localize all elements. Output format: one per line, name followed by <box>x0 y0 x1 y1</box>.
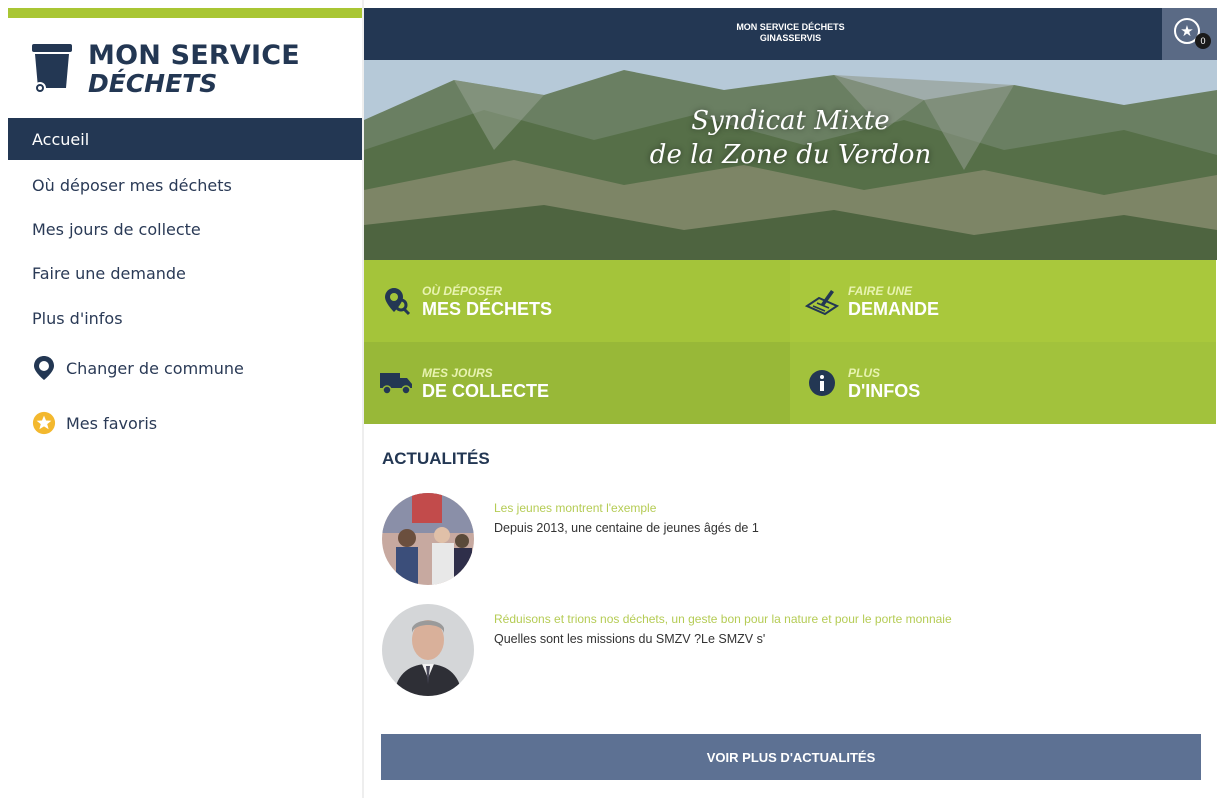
hero-title-line2: de la Zone du Verdon <box>649 140 932 170</box>
tile-line2: DE COLLECTE <box>422 380 550 401</box>
sidebar-accent-bar <box>8 8 362 18</box>
tile-line2: D'INFOS <box>848 380 921 401</box>
sidebar-item-faire-demande[interactable]: Faire une demande <box>8 252 362 294</box>
sidebar-item-label: Accueil <box>32 129 90 149</box>
top-header: MON SERVICE DÉCHETS GINASSERVIS ★ 0 <box>364 8 1217 60</box>
sidebar-item-label: Faire une demande <box>32 263 186 283</box>
favorites-button[interactable]: ★ 0 <box>1162 8 1217 60</box>
more-news-button[interactable]: VOIR PLUS D'ACTUALITÉS <box>381 734 1201 780</box>
tile-line1: PLUS <box>848 365 881 380</box>
trash-bin-icon <box>30 40 74 94</box>
sidebar-item-label: Plus d'infos <box>32 308 123 328</box>
map-pin-icon <box>32 355 56 381</box>
news-excerpt: Depuis 2013, une centaine de jeunes âgés… <box>494 521 759 535</box>
favorites-count-badge: 0 <box>1195 33 1211 49</box>
hero-banner: Syndicat Mixte de la Zone du Verdon <box>364 60 1217 260</box>
app-logo[interactable]: MON SERVICE DÉCHETS <box>30 40 350 110</box>
sidebar-item-changer-commune[interactable]: Changer de commune <box>8 347 362 389</box>
truck-icon <box>378 365 414 401</box>
sidebar: MON SERVICE DÉCHETS Accueil Où déposer m… <box>0 0 362 798</box>
news-thumbnail-image[interactable] <box>382 604 474 696</box>
tile-faire-demande[interactable]: FAIRE UNE DEMANDE <box>790 260 1216 342</box>
news-excerpt: Quelles sont les missions du SMZV ?Le SM… <box>494 632 766 646</box>
sidebar-item-label: Où déposer mes déchets <box>32 175 232 195</box>
news-item[interactable]: Les jeunes montrent l'exemple Depuis 201… <box>382 493 1212 587</box>
tile-line1: MES JOURS <box>422 365 493 380</box>
tile-plus-infos[interactable]: PLUS D'INFOS <box>790 342 1216 424</box>
sidebar-item-plus-infos[interactable]: Plus d'infos <box>8 297 362 339</box>
news-title-link[interactable]: Réduisons et trions nos déchets, un gest… <box>494 612 952 626</box>
news-thumbnail-image[interactable] <box>382 493 474 585</box>
sidebar-item-label: Mes favoris <box>66 413 158 433</box>
sidebar-item-ou-deposer[interactable]: Où déposer mes déchets <box>8 164 362 206</box>
header-service-name: MON SERVICE DÉCHETS <box>736 22 845 32</box>
sidebar-item-jours-collecte[interactable]: Mes jours de collecte <box>8 208 362 250</box>
logo-title: MON SERVICE <box>88 40 300 71</box>
tile-line2: MES DÉCHETS <box>422 298 553 319</box>
tile-line2: DEMANDE <box>848 298 940 319</box>
sidebar-item-label: Mes jours de collecte <box>32 219 201 239</box>
star-icon <box>32 410 56 436</box>
map-search-icon <box>378 283 414 319</box>
form-pen-icon <box>804 283 840 319</box>
header-commune: GINASSERVIS <box>759 33 822 43</box>
logo-subtitle: DÉCHETS <box>88 69 218 98</box>
hero-title: Syndicat Mixte de la Zone du Verdon <box>364 104 1217 172</box>
tile-line1: OÙ DÉPOSER <box>422 283 503 298</box>
news-item[interactable]: Réduisons et trions nos déchets, un gest… <box>382 604 1212 698</box>
news-title-link[interactable]: Les jeunes montrent l'exemple <box>494 501 656 515</box>
sidebar-item-mes-favoris[interactable]: Mes favoris <box>8 402 362 444</box>
hero-title-line1: Syndicat Mixte <box>691 106 890 136</box>
info-icon <box>804 365 840 401</box>
sidebar-item-accueil[interactable]: Accueil <box>8 118 362 160</box>
tile-ou-deposer[interactable]: OÙ DÉPOSER MES DÉCHETS <box>364 260 790 342</box>
tile-line1: FAIRE UNE <box>848 283 913 298</box>
header-title: MON SERVICE DÉCHETS GINASSERVIS <box>364 22 1217 44</box>
tile-jours-collecte[interactable]: MES JOURS DE COLLECTE <box>364 342 790 424</box>
news-heading: ACTUALITÉS <box>382 449 490 468</box>
sidebar-item-label: Changer de commune <box>66 358 244 378</box>
